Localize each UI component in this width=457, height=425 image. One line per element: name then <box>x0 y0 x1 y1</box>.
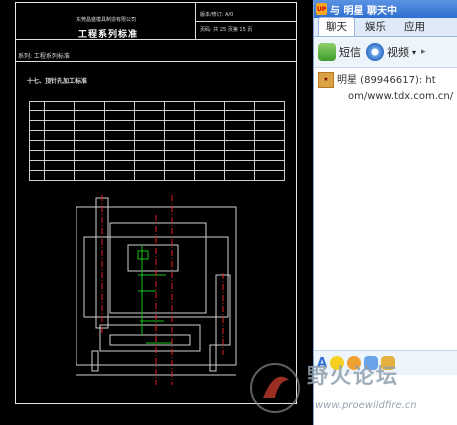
chevron-down-icon[interactable]: ▾ <box>412 48 416 57</box>
drawing-sheet: 东莞昌盛模具制造有限公司 工程系列标准 版本/修订: A/0 页码: 共 25 … <box>15 2 297 404</box>
watermark: 野火论坛 www.proewildfire.cn <box>245 358 457 420</box>
message-area[interactable]: ★ 明星 (89946617): ht om/www.tdx.com.cn/ <box>314 68 457 105</box>
chat-toolbar: 短信 视频 ▾ ▸ <box>314 37 457 68</box>
tab-chat[interactable]: 聊天 <box>318 17 355 36</box>
company-name: 东莞昌盛模具制造有限公司 <box>76 17 137 23</box>
message-line-2: om/www.tdx.com.cn/ <box>348 91 454 102</box>
page-info: 页码: 共 25 页第 15 页 <box>200 27 253 33</box>
tab-entertainment[interactable]: 娱乐 <box>357 17 394 36</box>
message-line-1: ★ 明星 (89946617): ht <box>318 72 457 89</box>
title-block-right: 版本/修订: A/0 页码: 共 25 页第 15 页 <box>196 3 296 40</box>
message-sender: 明星 (89946617): ht <box>337 75 436 86</box>
tab-apps[interactable]: 应用 <box>396 17 433 36</box>
chat-title: 与 明星 聊天中 <box>330 5 397 17</box>
video-label: 视频 <box>387 46 409 59</box>
sms-icon <box>318 43 336 61</box>
watermark-url: www.proewildfire.cn <box>315 400 417 411</box>
drawing-title: 工程系列标准 <box>78 30 139 40</box>
sms-button[interactable]: 短信 <box>318 43 361 61</box>
sms-label: 短信 <box>339 46 361 59</box>
chat-tabs: 聊天 娱乐 应用 <box>314 17 457 37</box>
chat-titlebar: UP 与 明星 聊天中 <box>314 0 457 18</box>
webcam-icon <box>366 43 384 61</box>
qq-logo-icon: UP <box>316 3 327 15</box>
more-arrow-icon[interactable]: ▸ <box>421 47 426 57</box>
video-button[interactable]: 视频 ▾ <box>366 43 416 61</box>
title-block-left: 东莞昌盛模具制造有限公司 工程系列标准 <box>16 3 196 40</box>
section-label: 系列: 工程系列标准 <box>18 53 70 60</box>
watermark-logo-icon <box>250 363 300 413</box>
avatar: ★ <box>318 72 334 88</box>
version-text: 版本/修订: A/0 <box>200 12 234 18</box>
watermark-title: 野火论坛 <box>307 363 399 388</box>
section-heading: 十七、顶针孔加工标准 <box>27 78 88 85</box>
spec-table <box>29 101 285 181</box>
